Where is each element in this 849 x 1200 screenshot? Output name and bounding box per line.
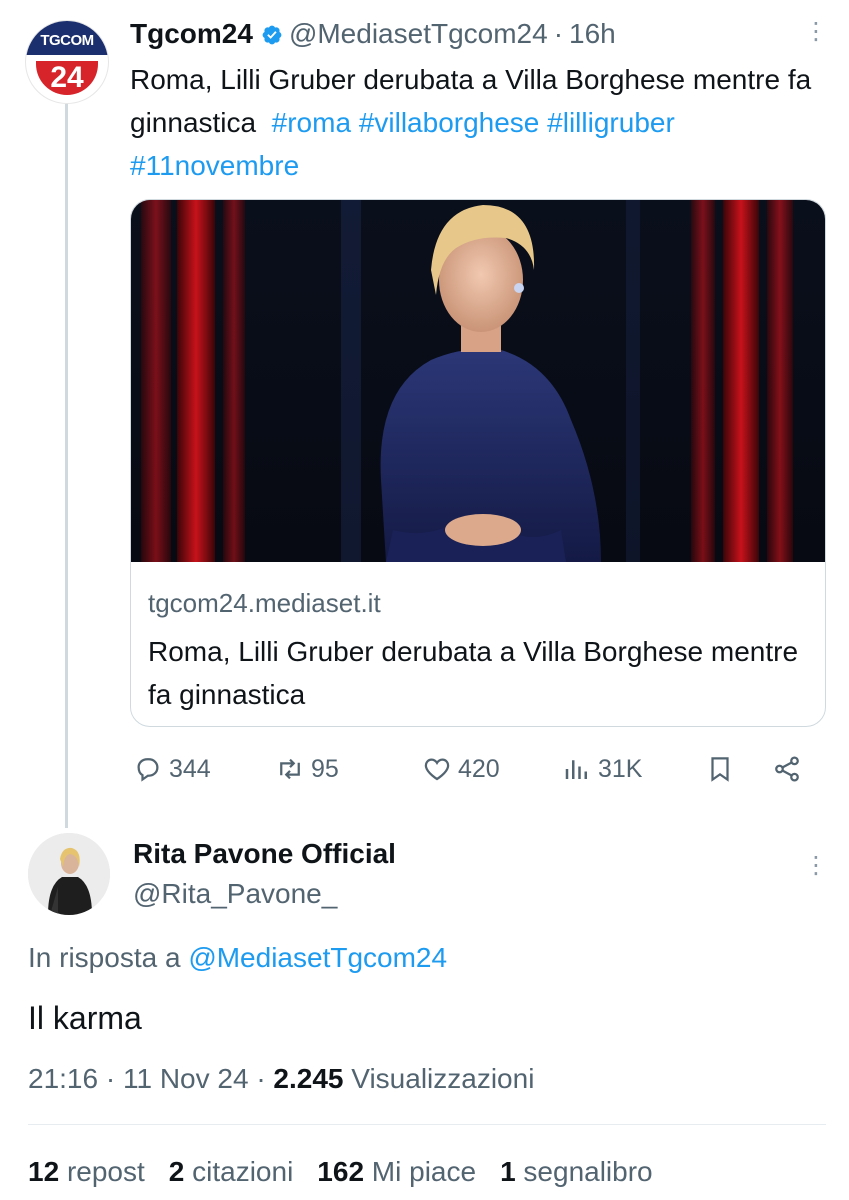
more-icon[interactable]: ⋮ — [804, 20, 828, 44]
separator: · — [553, 18, 564, 49]
views-icon — [565, 760, 587, 779]
hashtag-villaborghese[interactable]: #villaborghese — [359, 107, 540, 138]
author-handle[interactable]: @MediasetTgcom24 — [289, 18, 548, 49]
avatar-logo-number: 24 — [36, 61, 98, 95]
card-image — [131, 200, 825, 562]
separator: · — [256, 1063, 266, 1094]
reply-author-name[interactable]: Rita Pavone Official — [133, 838, 396, 870]
like-icon — [424, 758, 450, 781]
in-reply-handle[interactable]: @MediasetTgcom24 — [188, 942, 447, 973]
card-title: Roma, Lilli Gruber derubata a Villa Borg… — [148, 636, 799, 710]
reply-icon — [137, 758, 159, 782]
stat-bookmarks[interactable]: 1 segnalibro — [500, 1156, 653, 1188]
reply-date[interactable]: 11 Nov 24 — [123, 1063, 249, 1094]
stat-label: segnalibro — [523, 1156, 653, 1187]
tweet-header: Tgcom24 @MediasetTgcom24 · 16h — [130, 18, 616, 50]
share-button[interactable] — [772, 754, 802, 784]
card-domain: tgcom24.mediaset.it — [148, 588, 381, 618]
stat-reposts[interactable]: 12 repost — [28, 1156, 145, 1188]
divider — [28, 1124, 826, 1125]
in-reply-prefix: In risposta a — [28, 942, 181, 973]
reply-meta: 21:16 · 11 Nov 24 · 2.245 Visualizzazion… — [28, 1063, 534, 1095]
verified-icon — [262, 25, 282, 45]
stat-count: 162 — [317, 1156, 365, 1187]
avatar-photo — [28, 833, 110, 915]
views-count: 31K — [598, 754, 643, 783]
repost-icon — [280, 758, 300, 780]
repost-count: 95 — [311, 754, 339, 783]
author-name[interactable]: Tgcom24 — [130, 18, 253, 49]
reply-time[interactable]: 21:16 — [28, 1063, 98, 1094]
stat-label: repost — [66, 1156, 145, 1187]
more-icon[interactable]: ⋮ — [804, 854, 828, 878]
stat-quotes[interactable]: 2 citazioni — [169, 1156, 294, 1188]
avatar-logo-text: TGCOM — [26, 21, 108, 55]
stat-label: citazioni — [192, 1156, 294, 1187]
stat-likes[interactable]: 162 Mi piace — [317, 1156, 476, 1188]
hashtag-11novembre[interactable]: #11novembre — [130, 150, 299, 181]
reply-views-count: 2.245 — [273, 1063, 344, 1094]
engagement-stats: 12 repost 2 citazioni 162 Mi piace 1 seg… — [28, 1156, 653, 1188]
reply-text: Il karma — [28, 1000, 142, 1036]
separator: · — [105, 1063, 116, 1094]
stat-count: 1 — [500, 1156, 516, 1187]
tweet-time[interactable]: 16h — [569, 18, 616, 49]
bookmark-icon — [711, 757, 729, 782]
stat-count: 2 — [168, 1156, 185, 1187]
reply-button[interactable]: 344 — [133, 754, 211, 784]
avatar[interactable]: TGCOM 24 — [25, 20, 109, 104]
like-button[interactable]: 420 — [422, 754, 500, 784]
stat-count: 12 — [28, 1156, 60, 1187]
link-card[interactable]: tgcom24.mediaset.it Roma, Lilli Gruber d… — [130, 199, 826, 727]
tweet-text: Roma, Lilli Gruber derubata a Villa Borg… — [130, 58, 820, 187]
share-icon — [775, 756, 799, 782]
hashtag-lilligruber[interactable]: #lilligruber — [547, 107, 675, 138]
reply-count: 344 — [169, 754, 211, 783]
like-count: 420 — [458, 754, 500, 783]
bookmark-button[interactable] — [705, 754, 735, 784]
in-reply-to: In risposta a @MediasetTgcom24 — [28, 942, 447, 974]
repost-button[interactable]: 95 — [275, 754, 339, 784]
hashtag-roma[interactable]: #roma — [272, 107, 351, 138]
stat-label: Mi piace — [371, 1156, 477, 1187]
views-button[interactable]: 31K — [562, 754, 642, 784]
reply-author-handle[interactable]: @Rita_Pavone_ — [133, 878, 337, 910]
reply-views-label: Visualizzazioni — [351, 1063, 535, 1094]
avatar[interactable] — [28, 833, 110, 915]
thread-line — [65, 104, 68, 828]
